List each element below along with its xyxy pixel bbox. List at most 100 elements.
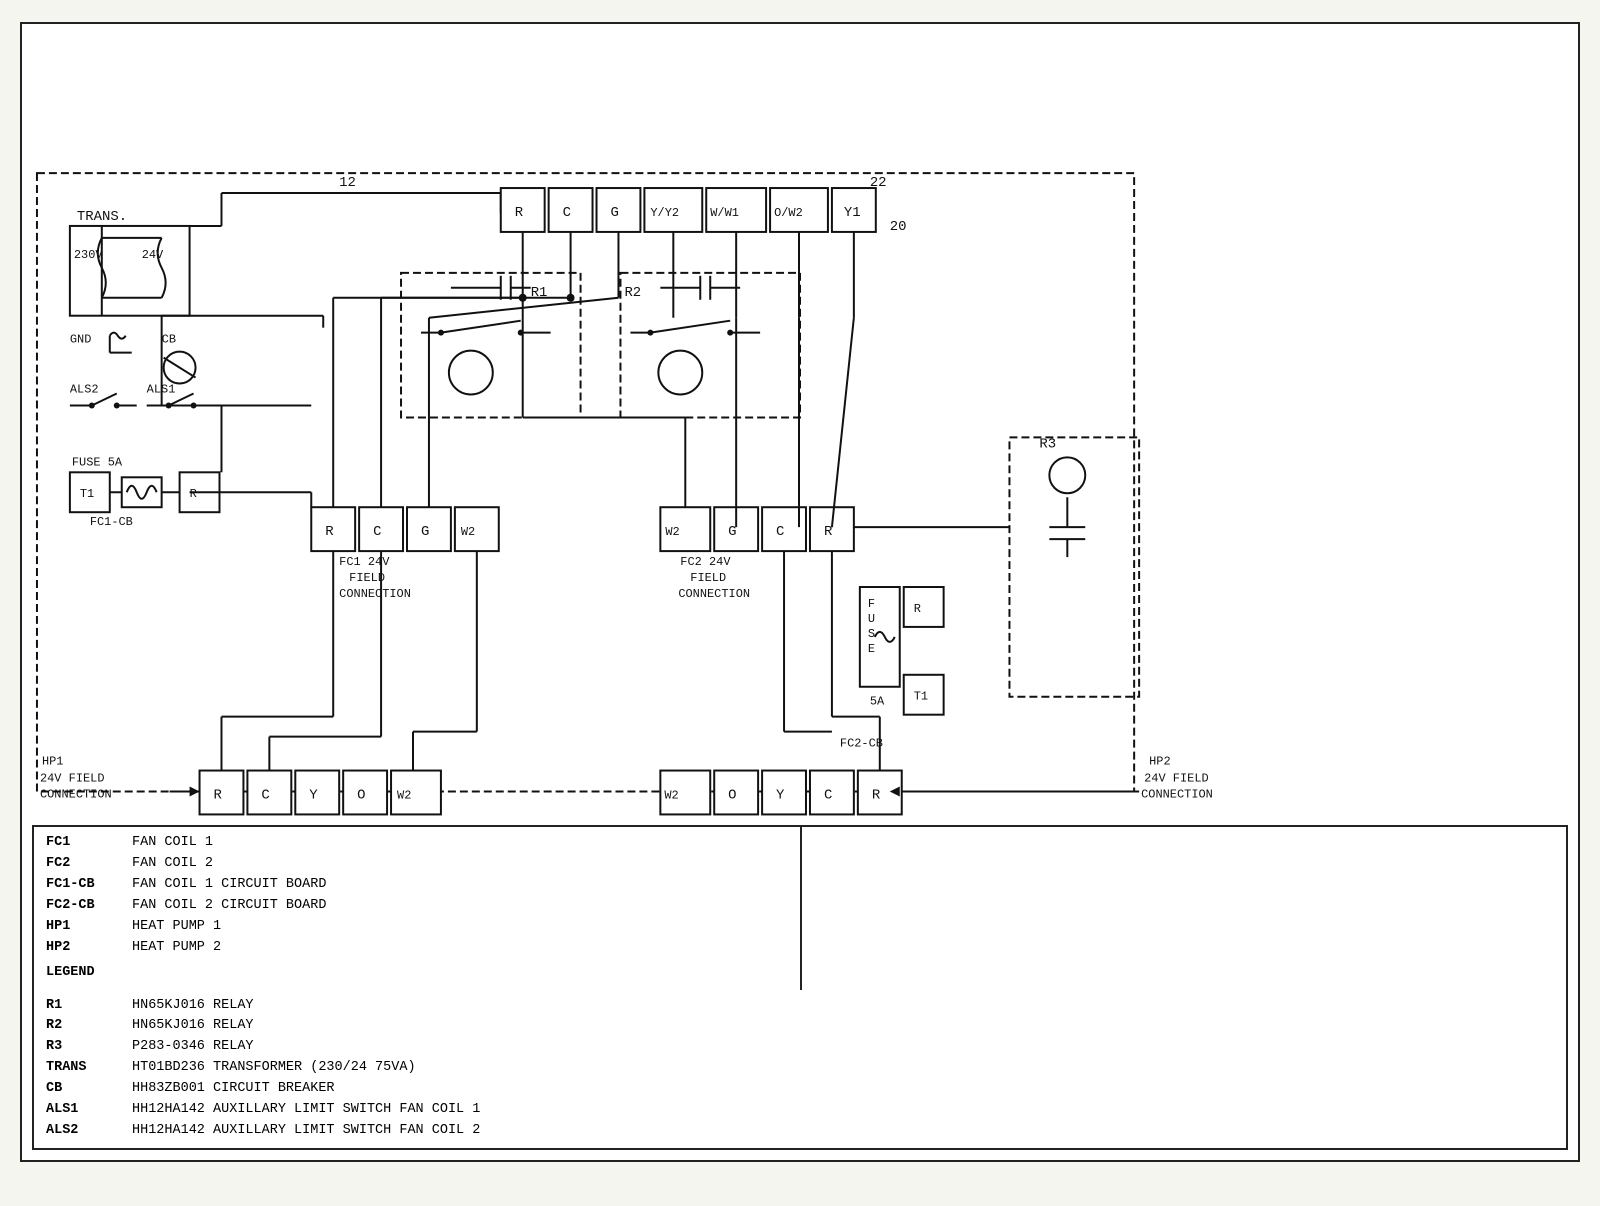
fc1-field-label: FIELD xyxy=(349,571,385,585)
legend-row-hp1: HP1 HEAT PUMP 1 xyxy=(46,917,788,938)
transformer-box xyxy=(70,226,190,316)
legend-code-trans: TRANS xyxy=(46,1058,126,1079)
legend-left: FC1 FAN COIL 1 FC2 FAN COIL 2 FC1-CB FAN… xyxy=(34,827,800,989)
r3-contact xyxy=(1049,457,1085,493)
legend-table: FC1 FAN COIL 1 FC2 FAN COIL 2 FC1-CB FAN… xyxy=(32,825,1568,1150)
legend-code-r2: R2 xyxy=(46,1016,126,1037)
legend-desc-r2: HN65KJ016 RELAY xyxy=(132,1016,788,1037)
top-WW1-label: W/W1 xyxy=(710,206,739,220)
hp1-O-label: O xyxy=(357,787,365,803)
legend-code-als2: ALS2 xyxy=(46,1121,126,1142)
legend-row-als2: ALS2 HH12HA142 AUXILLARY LIMIT SWITCH FA… xyxy=(46,1121,788,1142)
hp2-C-label: C xyxy=(824,787,832,803)
fc2cb-label: FC2-CB xyxy=(840,737,883,751)
fc1-24v-label: FC1 24V xyxy=(339,555,390,569)
legend-desc-als2: HH12HA142 AUXILLARY LIMIT SWITCH FAN COI… xyxy=(132,1121,788,1142)
legend-desc-als1: HH12HA142 AUXILLARY LIMIT SWITCH FAN COI… xyxy=(132,1100,788,1121)
hp1-R-label: R xyxy=(214,787,223,803)
fc2-fuse-S: S xyxy=(868,627,875,641)
fc1-R-fuse-label: R xyxy=(190,487,197,501)
hp2-connection-label: CONNECTION xyxy=(1141,787,1213,801)
legend-desc-trans: HT01BD236 TRANSFORMER (230/24 75VA) xyxy=(132,1058,788,1079)
legend-code-als1: ALS1 xyxy=(46,1100,126,1121)
r3-label: R3 xyxy=(1039,436,1056,452)
hp2-Y-label: Y xyxy=(776,787,785,803)
legend-desc-fc2cb: FAN COIL 2 CIRCUIT BOARD xyxy=(132,896,788,917)
hp1-connection-label: CONNECTION xyxy=(40,787,112,801)
legend-row-hp2: HP2 HEAT PUMP 2 xyxy=(46,938,788,959)
fc1-connection-label: CONNECTION xyxy=(339,587,411,601)
legend-title-row: LEGEND xyxy=(46,959,788,984)
legend-title: LEGEND xyxy=(46,963,95,984)
fc2-fuse-R-box xyxy=(904,587,944,627)
fc2-24v-label: FC2 24V xyxy=(680,555,731,569)
hp1-24v-label: 24V FIELD xyxy=(40,772,105,786)
fc2-connection-label: CONNECTION xyxy=(678,587,750,601)
legend-code-fc2cb: FC2-CB xyxy=(46,896,126,917)
fc2-fuse-R-label: R xyxy=(914,602,921,616)
top-C-label: C xyxy=(563,205,571,221)
hp2-label: HP2 xyxy=(1149,755,1171,769)
top-R-label: R xyxy=(515,205,524,221)
diagram-container: text { font-family: 'Courier New', Couri… xyxy=(20,22,1580,1162)
legend-right: R1 HN65KJ016 RELAY R2 HN65KJ016 RELAY R3… xyxy=(34,990,800,1148)
hp2-O-label: O xyxy=(728,787,736,803)
top-OW2-label: O/W2 xyxy=(774,206,803,220)
legend-desc-cb: HH83ZB001 CIRCUIT BREAKER xyxy=(132,1079,788,1100)
legend-desc-fc2: FAN COIL 2 xyxy=(132,854,788,875)
legend-code-cb: CB xyxy=(46,1079,126,1100)
top-Y1-label: Y1 xyxy=(844,205,861,221)
legend-code-fc1: FC1 xyxy=(46,833,126,854)
legend-desc-hp1: HEAT PUMP 1 xyxy=(132,917,788,938)
legend-code-r1: R1 xyxy=(46,996,126,1017)
legend-code-r3: R3 xyxy=(46,1037,126,1058)
fc2-5a-label: 5A xyxy=(870,695,885,709)
legend-row-r1: R1 HN65KJ016 RELAY xyxy=(46,996,788,1017)
fc2-fuse-U: U xyxy=(868,612,875,626)
legend-desc-r3: P283-0346 RELAY xyxy=(132,1037,788,1058)
fuse-label: FUSE 5A xyxy=(72,455,123,469)
r2-coil xyxy=(658,351,702,395)
legend-row-r2: R2 HN65KJ016 RELAY xyxy=(46,1016,788,1037)
legend-desc-r1: HN65KJ016 RELAY xyxy=(132,996,788,1017)
legend-desc-hp2: HEAT PUMP 2 xyxy=(132,938,788,959)
fc2-fuse-E: E xyxy=(868,642,875,656)
top-G-label: G xyxy=(610,205,618,221)
cb-label: CB xyxy=(162,333,176,347)
legend-code-fc2: FC2 xyxy=(46,854,126,875)
hp2-R-label: R xyxy=(872,787,881,803)
legend-row-fc1: FC1 FAN COIL 1 xyxy=(46,833,788,854)
legend-row-fc2: FC2 FAN COIL 2 xyxy=(46,854,788,875)
r1-coil xyxy=(449,351,493,395)
trans-label: TRANS. xyxy=(77,209,127,225)
legend-code-hp2: HP2 xyxy=(46,938,126,959)
label-12: 12 xyxy=(339,175,356,191)
label-20: 20 xyxy=(890,219,907,235)
fc1-R-label: R xyxy=(325,524,334,540)
fc1-W2-label: W2 xyxy=(461,525,475,539)
legend-code-hp1: HP1 xyxy=(46,917,126,938)
fc1-T1-label: T1 xyxy=(80,487,94,501)
legend-desc-fc1: FAN COIL 1 xyxy=(132,833,788,854)
legend-desc-fc1cb: FAN COIL 1 CIRCUIT BOARD xyxy=(132,875,788,896)
als2-label: ALS2 xyxy=(70,383,99,397)
fc2-fuse-F: F xyxy=(868,597,875,611)
r2-label: R2 xyxy=(624,285,641,301)
hp2-W2-label: W2 xyxy=(664,788,678,802)
legend-row-fc1cb: FC1-CB FAN COIL 1 CIRCUIT BOARD xyxy=(46,875,788,896)
voltage-24: 24V xyxy=(142,248,164,262)
top-YY2-label: Y/Y2 xyxy=(650,206,679,220)
legend-row-fc2cb: FC2-CB FAN COIL 2 CIRCUIT BOARD xyxy=(46,896,788,917)
legend-code-fc1cb: FC1-CB xyxy=(46,875,126,896)
hp1-W2-label: W2 xyxy=(397,788,411,802)
hp1-C-label: C xyxy=(261,787,269,803)
fc2-C-label: C xyxy=(776,524,784,540)
fc1cb-label: FC1-CB xyxy=(90,515,133,529)
fc2-W2-label: W2 xyxy=(665,525,679,539)
fc2-T1-label: T1 xyxy=(914,690,928,704)
fc2-field-label: FIELD xyxy=(690,571,726,585)
legend-row-trans: TRANS HT01BD236 TRANSFORMER (230/24 75VA… xyxy=(46,1058,788,1079)
legend-row-r3: R3 P283-0346 RELAY xyxy=(46,1037,788,1058)
hp2-24v-label: 24V FIELD xyxy=(1144,772,1209,786)
hp1-Y-label: Y xyxy=(309,787,318,803)
